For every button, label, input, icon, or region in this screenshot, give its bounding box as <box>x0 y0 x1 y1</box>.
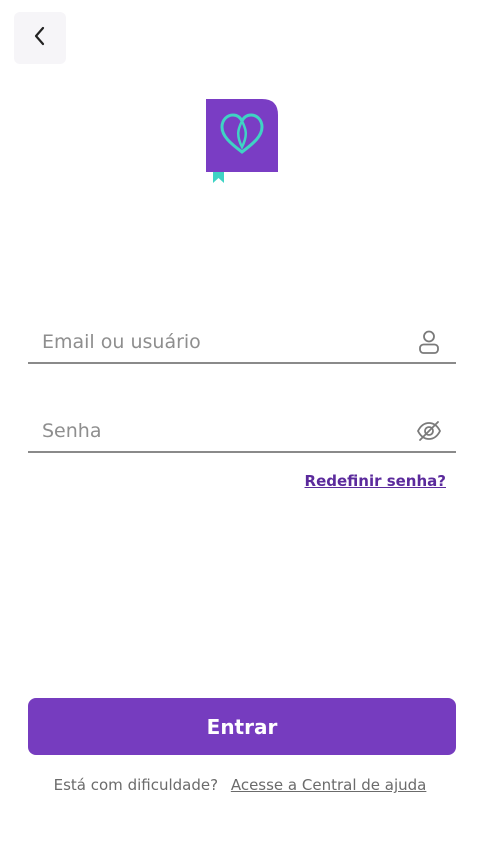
chevron-left-icon <box>31 25 49 51</box>
reset-password-link[interactable]: Redefinir senha? <box>305 472 446 490</box>
help-center-link[interactable]: Acesse a Central de ajuda <box>231 776 427 794</box>
password-input[interactable] <box>28 411 416 451</box>
help-row: Está com dificuldade? Acesse a Central d… <box>0 776 480 794</box>
eye-slash-icon[interactable] <box>416 418 442 444</box>
user-icon <box>416 329 442 355</box>
email-field <box>28 322 456 364</box>
email-input[interactable] <box>28 322 416 362</box>
back-button[interactable] <box>14 12 66 64</box>
password-field <box>28 411 456 453</box>
app-logo <box>206 99 278 185</box>
login-button[interactable]: Entrar <box>28 698 456 755</box>
help-prompt: Está com dificuldade? <box>53 776 219 794</box>
